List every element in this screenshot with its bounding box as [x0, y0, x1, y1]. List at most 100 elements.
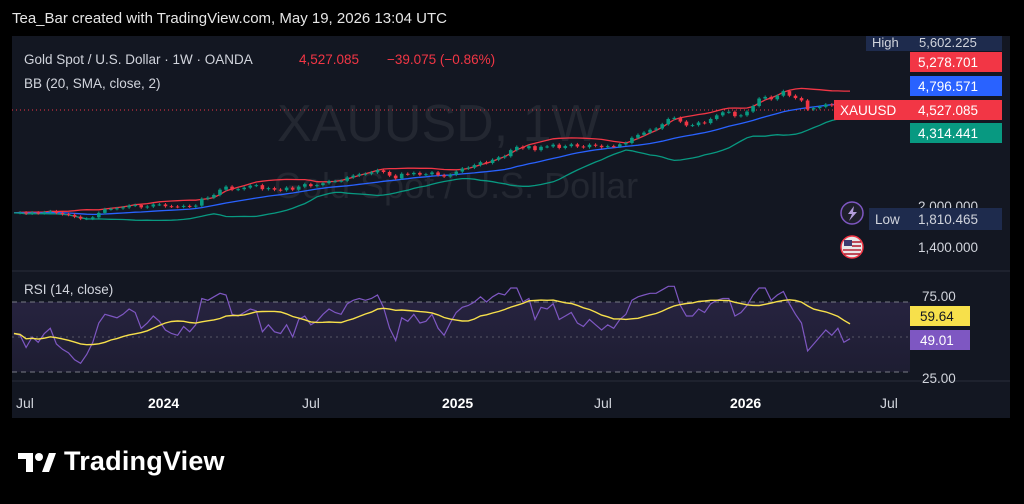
candle[interactable] [720, 110, 725, 117]
candle[interactable] [230, 185, 234, 192]
candle-body [309, 184, 313, 187]
creator-line: Tea_Bar created with TradingView.com, Ma… [12, 9, 447, 27]
candle-body [527, 146, 531, 149]
candle-body [315, 185, 319, 187]
candle[interactable] [757, 97, 761, 108]
candle[interactable] [127, 204, 131, 209]
candle[interactable] [193, 204, 198, 208]
candle-body [181, 205, 186, 207]
candle-body [478, 162, 483, 166]
candle-body [375, 170, 380, 173]
candle-body [533, 146, 537, 151]
candle[interactable] [660, 122, 665, 130]
candle-body [551, 144, 555, 147]
candle[interactable] [830, 103, 834, 107]
candle[interactable] [793, 94, 798, 100]
rsi-tick-25: 25.00 [922, 371, 956, 386]
candle[interactable] [260, 183, 265, 191]
candle-body [684, 121, 689, 126]
candle[interactable] [266, 186, 271, 191]
chart-panel[interactable]: XAUUSD, 1W Gold Spot / U.S. Dollar Gold … [12, 36, 1010, 418]
candle-body [502, 156, 507, 158]
candle[interactable] [745, 110, 749, 117]
legend-rsi[interactable]: RSI (14, close) [24, 282, 113, 297]
candle-body [617, 144, 622, 147]
candle[interactable] [823, 103, 828, 109]
candle[interactable] [769, 95, 774, 101]
candle[interactable] [496, 155, 501, 162]
candle-body [811, 108, 816, 110]
candle-body [418, 172, 422, 175]
candle-body [139, 205, 144, 208]
candle[interactable] [490, 158, 495, 165]
candle-body [242, 187, 247, 190]
candle[interactable] [727, 110, 731, 114]
candle[interactable] [145, 205, 150, 209]
candle[interactable] [151, 203, 156, 208]
candle-body [521, 146, 525, 149]
candle-body [787, 91, 792, 96]
candle[interactable] [199, 197, 204, 208]
candle[interactable] [708, 117, 713, 125]
candle-body [714, 115, 719, 119]
candle-body [236, 189, 240, 191]
rsi-ma-value: 59.64 [920, 309, 954, 324]
candle[interactable] [84, 217, 89, 221]
candle[interactable] [781, 89, 786, 98]
candle-body [42, 212, 47, 214]
candle-body [169, 206, 174, 208]
candle[interactable] [157, 203, 162, 206]
candle[interactable] [248, 184, 253, 190]
candle-body [302, 184, 307, 187]
candle[interactable] [733, 110, 737, 118]
candle-body [599, 145, 604, 148]
candle[interactable] [175, 205, 180, 209]
candle[interactable] [254, 183, 259, 188]
candle-body [805, 100, 810, 110]
candle-body [321, 183, 325, 186]
candle[interactable] [714, 113, 719, 121]
candle-body [799, 98, 804, 101]
candle[interactable] [805, 99, 810, 111]
candle[interactable] [630, 136, 634, 145]
time-label: 2026 [730, 395, 761, 411]
candle-body [763, 96, 767, 99]
time-label: Jul [880, 395, 898, 411]
price-chart-svg[interactable]: XAUUSD, 1W Gold Spot / U.S. Dollar Gold … [12, 36, 1010, 418]
candle[interactable] [169, 204, 174, 208]
tradingview-logo[interactable]: TradingView [18, 446, 225, 477]
tradingview-logo-icon [18, 452, 56, 472]
candle-body [436, 172, 440, 176]
us-flag-canton [844, 240, 852, 246]
candle-body [163, 204, 168, 207]
candle[interactable] [187, 204, 192, 208]
candle-body [654, 128, 658, 130]
legend-bb[interactable]: BB (20, SMA, close, 2) [24, 76, 161, 91]
candle[interactable] [163, 203, 168, 208]
candle[interactable] [181, 204, 186, 209]
candle-body [830, 104, 834, 106]
candle[interactable] [206, 196, 210, 201]
time-label: 2024 [148, 395, 179, 411]
candle[interactable] [684, 120, 689, 127]
candle-body [448, 174, 452, 177]
candle[interactable] [696, 121, 701, 127]
candle-body [442, 175, 446, 177]
candle[interactable] [97, 211, 101, 219]
candle-body [454, 171, 459, 175]
legend-symbol[interactable]: Gold Spot / U.S. Dollar · 1W · OANDA [24, 52, 253, 67]
candle[interactable] [78, 215, 83, 221]
candle[interactable] [690, 123, 695, 127]
candle-body [36, 212, 41, 214]
candle-body [399, 173, 404, 179]
chart-header: Tea_Bar created with TradingView.com, Ma… [0, 0, 1024, 36]
candle-body [393, 175, 398, 179]
candle-body [539, 146, 543, 151]
candle[interactable] [702, 121, 707, 125]
candle[interactable] [739, 113, 743, 118]
candle-body [199, 198, 204, 206]
candle-body [605, 146, 610, 148]
candle[interactable] [242, 186, 247, 191]
candle[interactable] [799, 96, 804, 102]
candle-body [212, 194, 216, 198]
